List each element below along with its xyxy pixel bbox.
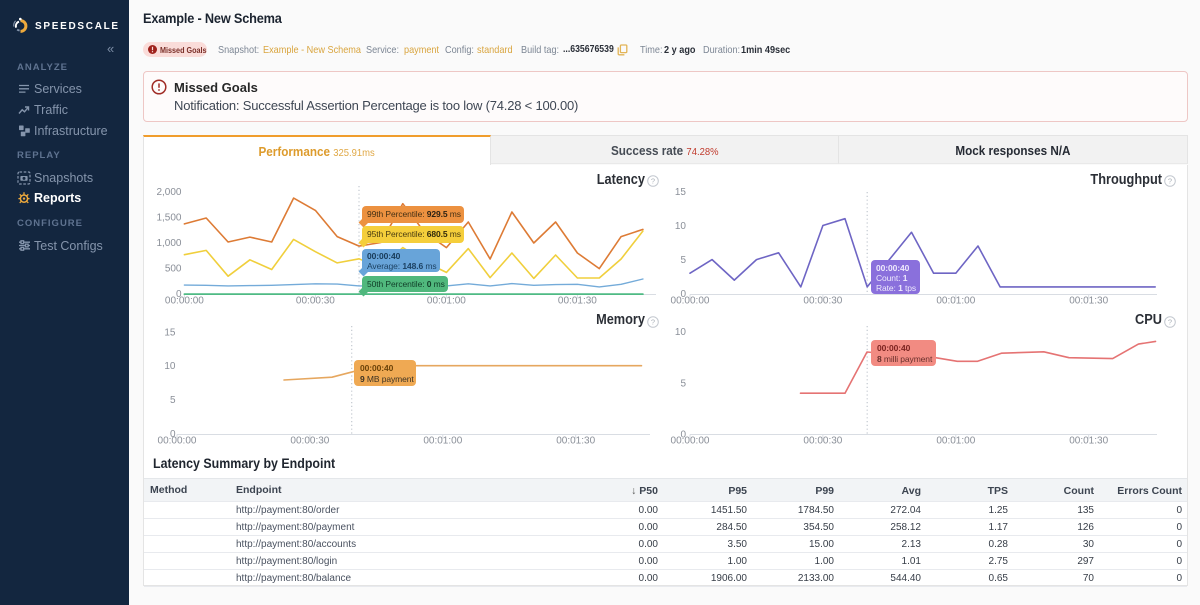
svg-text:00:00:30: 00:00:30 bbox=[296, 296, 335, 307]
svg-text:00:01:00: 00:01:00 bbox=[423, 436, 462, 447]
svg-text:2,000: 2,000 bbox=[156, 187, 181, 198]
svg-text:500: 500 bbox=[165, 264, 182, 275]
svg-text:00:01:30: 00:01:30 bbox=[1069, 436, 1108, 447]
svg-text:00:01:00: 00:01:00 bbox=[936, 436, 975, 447]
svg-text:15: 15 bbox=[164, 327, 176, 338]
svg-text:00:00:00: 00:00:00 bbox=[158, 436, 197, 447]
svg-text:15: 15 bbox=[675, 187, 687, 198]
svg-text:5: 5 bbox=[680, 378, 686, 389]
svg-text:00:01:00: 00:01:00 bbox=[427, 296, 466, 307]
svg-text:1,000: 1,000 bbox=[156, 238, 181, 249]
svg-text:10: 10 bbox=[164, 361, 176, 372]
svg-text:00:00:30: 00:00:30 bbox=[290, 436, 329, 447]
svg-text:00:00:00: 00:00:00 bbox=[671, 296, 710, 307]
svg-text:00:01:30: 00:01:30 bbox=[1069, 296, 1108, 307]
svg-text:?: ? bbox=[651, 318, 655, 327]
svg-text:00:01:30: 00:01:30 bbox=[558, 296, 597, 307]
svg-text:00:00:00: 00:00:00 bbox=[165, 296, 204, 307]
svg-text:5: 5 bbox=[170, 395, 176, 406]
svg-text:?: ? bbox=[1168, 318, 1172, 327]
svg-text:00:00:00: 00:00:00 bbox=[671, 436, 710, 447]
svg-text:10: 10 bbox=[675, 221, 687, 232]
svg-text:?: ? bbox=[1168, 177, 1172, 186]
svg-text:5: 5 bbox=[680, 255, 686, 266]
svg-text:1,500: 1,500 bbox=[156, 213, 181, 224]
svg-text:10: 10 bbox=[675, 327, 687, 338]
svg-text:00:00:30: 00:00:30 bbox=[803, 296, 842, 307]
svg-text:00:01:30: 00:01:30 bbox=[556, 436, 595, 447]
svg-text:?: ? bbox=[651, 177, 655, 186]
svg-text:00:00:30: 00:00:30 bbox=[803, 436, 842, 447]
svg-text:00:01:00: 00:01:00 bbox=[936, 296, 975, 307]
